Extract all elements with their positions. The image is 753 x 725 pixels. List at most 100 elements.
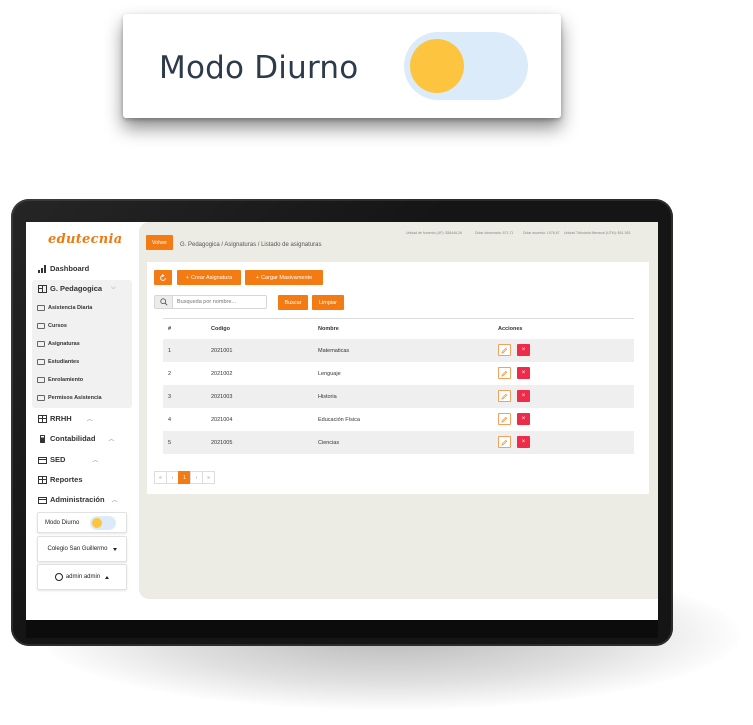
- mode-toggle-small[interactable]: [90, 515, 117, 530]
- row-code: 2021001: [211, 348, 233, 354]
- table-row: 5 2021005 Ciencias ×: [163, 431, 634, 454]
- edit-button[interactable]: [498, 436, 511, 448]
- sidebar: edutecnia Dashboard G. Pedagogica ⌵ Asis…: [26, 222, 138, 620]
- row-name: Matematicas: [318, 348, 350, 354]
- search-button[interactable]: Buscar: [278, 295, 308, 310]
- edit-button[interactable]: [498, 367, 511, 379]
- sidebar-item-label: G. Pedagogica: [50, 284, 103, 293]
- breadcrumb: G. Pedagogica / Asignaturas / Listado de…: [180, 242, 321, 248]
- delete-button[interactable]: ×: [517, 413, 530, 425]
- sidebar-subitem-asignaturas[interactable]: Asignaturas: [37, 341, 80, 347]
- sidebar-subitem-enrolamiento[interactable]: Enrolamiento: [37, 377, 83, 383]
- sidebar-item-contabilidad[interactable]: Contabilidad ︿: [38, 434, 114, 443]
- table-header: # Codigo Nombre Acciones: [163, 318, 634, 338]
- delete-button[interactable]: ×: [517, 436, 530, 448]
- close-icon: ×: [521, 370, 526, 376]
- sidebar-item-rrhh[interactable]: RRHH ︿: [38, 414, 93, 423]
- content-card: + Crear Asignatura + Cargar Masivamente …: [147, 262, 649, 494]
- button-label: Crear Asignatura: [190, 274, 233, 281]
- toggle-knob: [410, 39, 464, 93]
- folder-icon: [38, 456, 47, 464]
- user-menu[interactable]: admin admin: [37, 564, 127, 590]
- breadcrumb-item[interactable]: Asignaturas: [224, 242, 256, 248]
- sidebar-subitem-cursos[interactable]: Cursos: [37, 323, 67, 329]
- sidebar-item-label: RRHH: [50, 414, 72, 423]
- delete-button[interactable]: ×: [517, 367, 530, 379]
- school-selector[interactable]: Colegio San Guillermo: [37, 536, 127, 562]
- folder-icon: [37, 395, 45, 401]
- column-header: Acciones: [498, 326, 523, 332]
- dolar-acuerdo: Dólar acuerdo: 1078,67: [523, 231, 560, 235]
- row-name: Ciencias: [318, 440, 340, 446]
- delete-button[interactable]: ×: [517, 390, 530, 402]
- sidebar-item-label: Contabilidad: [50, 434, 96, 443]
- row-number: 3: [168, 394, 172, 400]
- search-icon-box: [155, 296, 173, 308]
- sidebar-item-dashboard[interactable]: Dashboard: [38, 264, 89, 273]
- caret-up-icon: [105, 575, 110, 579]
- button-label: Cargar Masivamente: [261, 274, 313, 281]
- table-row: 3 2021003 Historia ×: [163, 385, 634, 408]
- row-name: Educación Física: [318, 417, 360, 423]
- toggle-knob: [92, 517, 103, 528]
- folder-icon: [37, 359, 45, 365]
- logo: edutecnia: [48, 232, 123, 247]
- row-name: Lenguaje: [318, 371, 341, 377]
- folder-icon: [37, 323, 45, 329]
- sidebar-subitem-estudiantes[interactable]: Estudiantes: [37, 359, 79, 365]
- edit-button[interactable]: [498, 390, 511, 402]
- refresh-button[interactable]: [154, 270, 172, 285]
- sidebar-subitem-permisos[interactable]: Permisos Asistencia: [37, 395, 102, 401]
- chevron-up-icon: ︿: [92, 458, 99, 464]
- mode-toggle[interactable]: [404, 32, 528, 100]
- clear-button[interactable]: Limpiar: [312, 295, 344, 310]
- column-header: #: [168, 326, 172, 332]
- stage: Modo Diurno edutecnia Dashboard G. Pedag…: [0, 0, 753, 725]
- sidebar-item-label: Reportes: [50, 475, 83, 484]
- sidebar-item-label: Dashboard: [50, 264, 90, 273]
- pencil-icon: [501, 370, 508, 377]
- sidebar-item-reportes[interactable]: Reportes: [38, 475, 83, 484]
- edit-button[interactable]: [498, 344, 511, 356]
- chevron-up-icon: ︿: [111, 498, 118, 504]
- page-last-button[interactable]: »: [202, 471, 215, 484]
- row-code: 2021003: [211, 394, 233, 400]
- layout-icon: [38, 414, 47, 423]
- close-icon: ×: [521, 347, 526, 353]
- create-subject-button[interactable]: + Crear Asignatura: [177, 270, 241, 285]
- user-icon: [54, 573, 63, 581]
- refresh-icon: [160, 273, 166, 281]
- sidebar-subitem-label: Permisos Asistencia: [48, 395, 102, 401]
- utm-value: Unidad Tributaria Mensual (UTM): $61.363: [564, 231, 631, 235]
- briefcase-icon: [38, 496, 47, 504]
- bulk-upload-button[interactable]: + Cargar Masivamente: [245, 270, 323, 285]
- search-input[interactable]: [173, 299, 263, 305]
- folder-icon: [37, 341, 45, 347]
- pagination: « ‹ 1 › »: [154, 471, 215, 484]
- edit-button[interactable]: [498, 413, 511, 425]
- breadcrumb-item[interactable]: G. Pedagogica: [180, 242, 220, 248]
- folder-icon: [37, 305, 45, 311]
- back-button[interactable]: Volver: [146, 235, 173, 250]
- sidebar-subitem-label: Asistencia Diaria: [48, 305, 93, 311]
- school-name: Colegio San Guillermo: [47, 546, 108, 552]
- chevron-down-icon: ⌵: [111, 285, 116, 291]
- sidebar-subitem-label: Enrolamiento: [48, 377, 84, 383]
- sidebar-item-pedagogica[interactable]: G. Pedagogica ⌵: [38, 284, 116, 293]
- sidebar-subitem-label: Cursos: [48, 323, 67, 329]
- pencil-icon: [501, 439, 508, 446]
- row-code: 2021004: [211, 417, 233, 423]
- delete-button[interactable]: ×: [517, 344, 530, 356]
- sidebar-item-administracion[interactable]: Administración ︿: [38, 495, 118, 504]
- column-header: Codigo: [211, 326, 230, 332]
- sidebar-item-sed[interactable]: SED ︿: [38, 455, 98, 464]
- tablet-screen: edutecnia Dashboard G. Pedagogica ⌵ Asis…: [26, 222, 658, 620]
- close-icon: ×: [521, 393, 526, 399]
- chevron-up-icon: ︿: [86, 417, 93, 423]
- row-number: 5: [168, 440, 172, 446]
- mode-label: Modo Diurno: [45, 519, 80, 526]
- layout-icon: [38, 284, 47, 293]
- sidebar-subitem-asistencia[interactable]: Asistencia Diaria: [37, 305, 92, 311]
- mode-toggle-card: Modo Diurno: [123, 14, 561, 118]
- calculator-icon: [40, 434, 45, 443]
